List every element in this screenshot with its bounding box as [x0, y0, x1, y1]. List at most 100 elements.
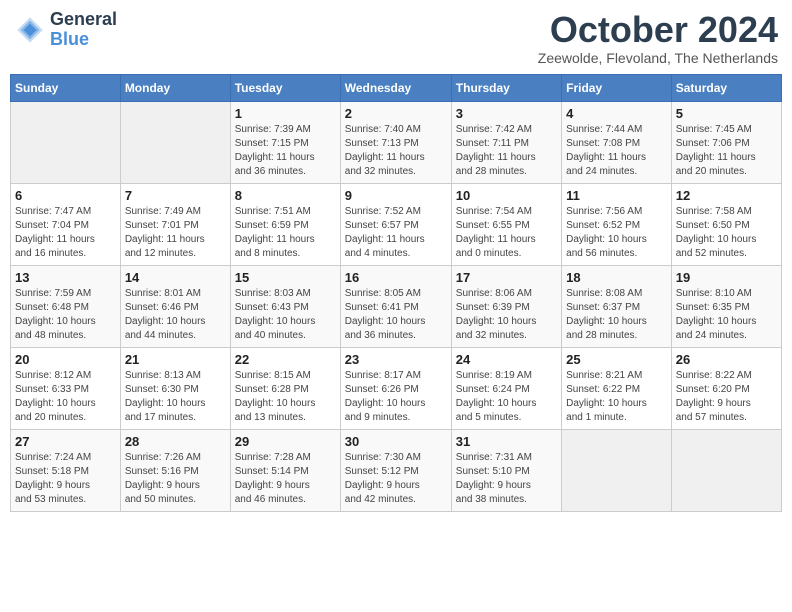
day-number: 6: [15, 188, 116, 203]
day-number: 28: [125, 434, 226, 449]
day-info: Sunrise: 8:21 AM Sunset: 6:22 PM Dayligh…: [566, 369, 667, 425]
day-number: 20: [15, 352, 116, 367]
day-info: Sunrise: 8:22 AM Sunset: 6:20 PM Dayligh…: [676, 369, 777, 425]
day-of-week-header: Sunday: [11, 74, 121, 101]
day-number: 17: [456, 270, 557, 285]
calendar-cell: 14Sunrise: 8:01 AM Sunset: 6:46 PM Dayli…: [120, 265, 230, 347]
calendar-week-row: 13 Sunrise: 7:59 AM Sunset: 6:48 PM Dayli…: [11, 265, 782, 347]
day-info: Sunrise: 8:10 AM Sunset: 6:35 PM Dayligh…: [676, 287, 777, 343]
calendar-cell: 7 Sunrise: 7:49 AM Sunset: 7:01 PM Daylig…: [120, 183, 230, 265]
calendar-table: SundayMondayTuesdayWednesdayThursdayFrid…: [10, 74, 782, 512]
calendar-header-row: SundayMondayTuesdayWednesdayThursdayFrid…: [11, 74, 782, 101]
calendar-cell: 27Sunrise: 7:24 AM Sunset: 5:18 PM Dayli…: [11, 429, 121, 511]
day-info: Sunrise: 8:03 AM Sunset: 6:43 PM Dayligh…: [235, 287, 336, 343]
title-block: October 2024 Zeewolde, Flevoland, The Ne…: [538, 10, 778, 66]
logo-line2: Blue: [50, 30, 117, 50]
day-number: 8: [235, 188, 336, 203]
calendar-cell: 30 Sunrise: 7:30 AM Sunset: 5:12 PM Dayli…: [340, 429, 451, 511]
day-number: 9: [345, 188, 447, 203]
calendar-cell: 28 Sunrise: 7:26 AM Sunset: 5:16 PM Dayli…: [120, 429, 230, 511]
calendar-cell: 17 Sunrise: 8:06 AM Sunset: 6:39 PM Dayli…: [451, 265, 561, 347]
day-number: 24: [456, 352, 557, 367]
day-number: 19: [676, 270, 777, 285]
day-info: Sunrise: 8:17 AM Sunset: 6:26 PM Dayligh…: [345, 369, 447, 425]
day-number: 4: [566, 106, 667, 121]
day-info: Sunrise: 7:28 AM Sunset: 5:14 PM Dayligh…: [235, 451, 336, 507]
day-info: Sunrise: 8:12 AM Sunset: 6:33 PM Dayligh…: [15, 369, 116, 425]
calendar-cell: 24Sunrise: 8:19 AM Sunset: 6:24 PM Dayli…: [451, 347, 561, 429]
calendar-body: 1 Sunrise: 7:39 AM Sunset: 7:15 PM Daylig…: [11, 101, 782, 511]
day-info: Sunrise: 8:15 AM Sunset: 6:28 PM Dayligh…: [235, 369, 336, 425]
day-number: 10: [456, 188, 557, 203]
day-number: 11: [566, 188, 667, 203]
calendar-cell: 23 Sunrise: 8:17 AM Sunset: 6:26 PM Dayli…: [340, 347, 451, 429]
calendar-cell: 8 Sunrise: 7:51 AM Sunset: 6:59 PM Daylig…: [230, 183, 340, 265]
day-info: Sunrise: 7:26 AM Sunset: 5:16 PM Dayligh…: [125, 451, 226, 507]
calendar-cell: 12 Sunrise: 7:58 AM Sunset: 6:50 PM Dayli…: [671, 183, 781, 265]
day-number: 29: [235, 434, 336, 449]
logo-text: General Blue: [50, 10, 117, 50]
day-info: Sunrise: 7:44 AM Sunset: 7:08 PM Dayligh…: [566, 123, 667, 179]
page-header: General Blue October 2024 Zeewolde, Flev…: [10, 10, 782, 66]
day-number: 15: [235, 270, 336, 285]
day-number: 16: [345, 270, 447, 285]
calendar-cell: [671, 429, 781, 511]
calendar-cell: 26 Sunrise: 8:22 AM Sunset: 6:20 PM Dayli…: [671, 347, 781, 429]
day-of-week-header: Friday: [562, 74, 672, 101]
day-info: Sunrise: 8:08 AM Sunset: 6:37 PM Dayligh…: [566, 287, 667, 343]
calendar-cell: 1 Sunrise: 7:39 AM Sunset: 7:15 PM Daylig…: [230, 101, 340, 183]
calendar-cell: 25Sunrise: 8:21 AM Sunset: 6:22 PM Dayli…: [562, 347, 672, 429]
day-of-week-header: Thursday: [451, 74, 561, 101]
day-info: Sunrise: 7:45 AM Sunset: 7:06 PM Dayligh…: [676, 123, 777, 179]
day-info: Sunrise: 7:30 AM Sunset: 5:12 PM Dayligh…: [345, 451, 447, 507]
calendar-cell: 9Sunrise: 7:52 AM Sunset: 6:57 PM Daylig…: [340, 183, 451, 265]
day-info: Sunrise: 7:51 AM Sunset: 6:59 PM Dayligh…: [235, 205, 336, 261]
day-info: Sunrise: 7:49 AM Sunset: 7:01 PM Dayligh…: [125, 205, 226, 261]
day-number: 2: [345, 106, 447, 121]
day-info: Sunrise: 7:56 AM Sunset: 6:52 PM Dayligh…: [566, 205, 667, 261]
day-info: Sunrise: 7:47 AM Sunset: 7:04 PM Dayligh…: [15, 205, 116, 261]
logo-icon: [14, 14, 46, 46]
day-info: Sunrise: 8:06 AM Sunset: 6:39 PM Dayligh…: [456, 287, 557, 343]
day-info: Sunrise: 7:54 AM Sunset: 6:55 PM Dayligh…: [456, 205, 557, 261]
day-number: 23: [345, 352, 447, 367]
day-number: 3: [456, 106, 557, 121]
calendar-cell: 5Sunrise: 7:45 AM Sunset: 7:06 PM Daylig…: [671, 101, 781, 183]
day-of-week-header: Saturday: [671, 74, 781, 101]
calendar-cell: [120, 101, 230, 183]
calendar-cell: 20 Sunrise: 8:12 AM Sunset: 6:33 PM Dayli…: [11, 347, 121, 429]
calendar-cell: 2 Sunrise: 7:40 AM Sunset: 7:13 PM Daylig…: [340, 101, 451, 183]
day-number: 30: [345, 434, 447, 449]
day-info: Sunrise: 7:40 AM Sunset: 7:13 PM Dayligh…: [345, 123, 447, 179]
day-info: Sunrise: 7:58 AM Sunset: 6:50 PM Dayligh…: [676, 205, 777, 261]
day-info: Sunrise: 8:05 AM Sunset: 6:41 PM Dayligh…: [345, 287, 447, 343]
calendar-cell: 21Sunrise: 8:13 AM Sunset: 6:30 PM Dayli…: [120, 347, 230, 429]
day-info: Sunrise: 7:31 AM Sunset: 5:10 PM Dayligh…: [456, 451, 557, 507]
calendar-cell: 29 Sunrise: 7:28 AM Sunset: 5:14 PM Dayli…: [230, 429, 340, 511]
day-number: 18: [566, 270, 667, 285]
calendar-cell: 6 Sunrise: 7:47 AM Sunset: 7:04 PM Daylig…: [11, 183, 121, 265]
day-of-week-header: Monday: [120, 74, 230, 101]
day-number: 13: [15, 270, 116, 285]
day-number: 22: [235, 352, 336, 367]
day-number: 14: [125, 270, 226, 285]
month-title: October 2024: [538, 10, 778, 50]
calendar-week-row: 20 Sunrise: 8:12 AM Sunset: 6:33 PM Dayli…: [11, 347, 782, 429]
calendar-cell: 31Sunrise: 7:31 AM Sunset: 5:10 PM Dayli…: [451, 429, 561, 511]
calendar-week-row: 6 Sunrise: 7:47 AM Sunset: 7:04 PM Daylig…: [11, 183, 782, 265]
day-number: 12: [676, 188, 777, 203]
day-of-week-header: Wednesday: [340, 74, 451, 101]
calendar-cell: 10 Sunrise: 7:54 AM Sunset: 6:55 PM Dayli…: [451, 183, 561, 265]
day-info: Sunrise: 8:13 AM Sunset: 6:30 PM Dayligh…: [125, 369, 226, 425]
calendar-cell: [562, 429, 672, 511]
day-number: 1: [235, 106, 336, 121]
calendar-cell: 19 Sunrise: 8:10 AM Sunset: 6:35 PM Dayli…: [671, 265, 781, 347]
day-number: 7: [125, 188, 226, 203]
day-info: Sunrise: 7:39 AM Sunset: 7:15 PM Dayligh…: [235, 123, 336, 179]
calendar-cell: 18 Sunrise: 8:08 AM Sunset: 6:37 PM Dayli…: [562, 265, 672, 347]
calendar-week-row: 1 Sunrise: 7:39 AM Sunset: 7:15 PM Daylig…: [11, 101, 782, 183]
calendar-cell: [11, 101, 121, 183]
calendar-cell: 4 Sunrise: 7:44 AM Sunset: 7:08 PM Daylig…: [562, 101, 672, 183]
day-number: 26: [676, 352, 777, 367]
day-info: Sunrise: 7:59 AM Sunset: 6:48 PM Dayligh…: [15, 287, 116, 343]
